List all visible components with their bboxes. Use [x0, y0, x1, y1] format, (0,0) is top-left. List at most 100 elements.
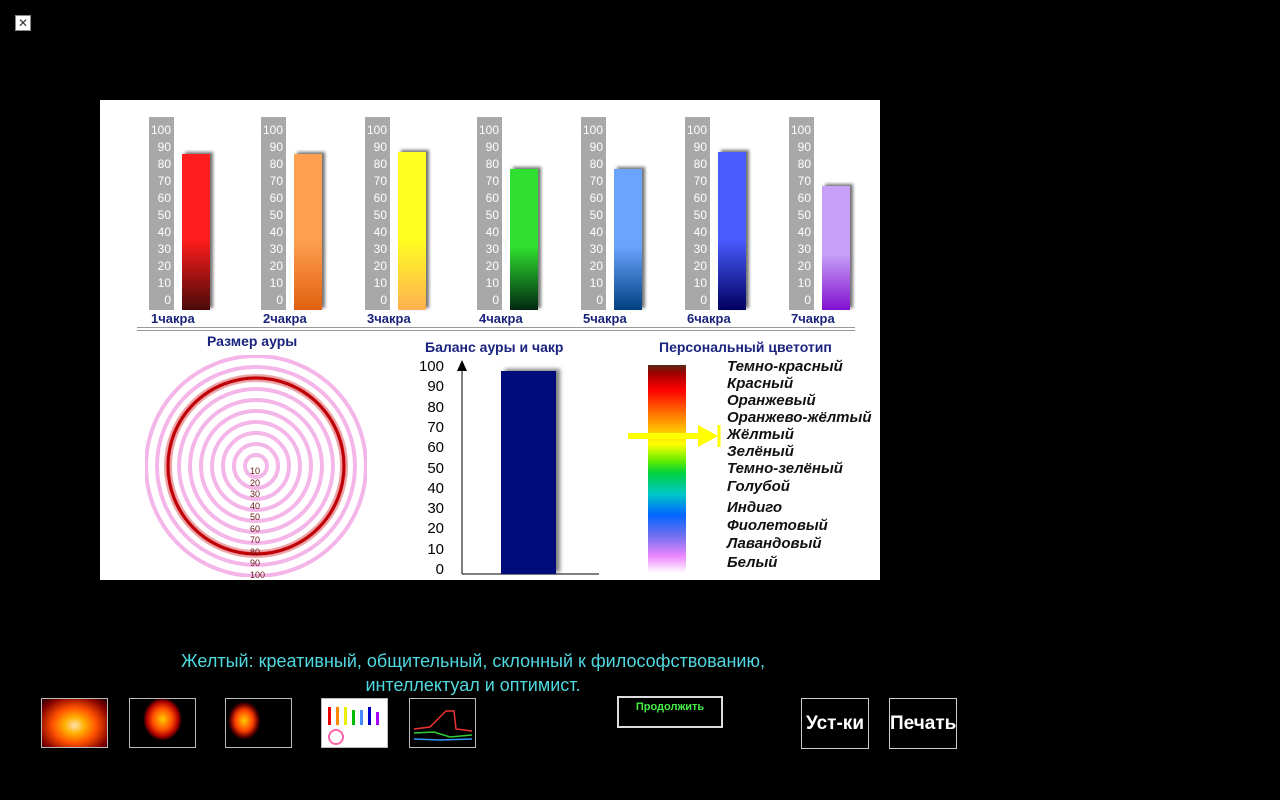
aura-scale-tick: 20: [250, 477, 261, 488]
chakra-label: 6чакра: [687, 311, 731, 326]
thumbnail-line-graph[interactable]: [409, 698, 476, 748]
separator-line: [137, 330, 855, 331]
chakra-scale-tick: 70: [693, 174, 707, 188]
chakra-scale-tick: 0: [804, 293, 811, 307]
thumbnail-aura-photo[interactable]: [41, 698, 108, 748]
chakra-scale-tick: 20: [373, 259, 387, 273]
chakra-scale-tick: 90: [485, 140, 499, 154]
chakra-label: 3чакра: [367, 311, 411, 326]
color-type-item: Голубой: [727, 478, 790, 495]
balance-y-tick: 80: [427, 398, 444, 416]
color-type-item: Темно-красный: [727, 358, 843, 375]
chakra-scale-tick: 0: [700, 293, 707, 307]
color-type-item: Белый: [727, 554, 778, 571]
chakra-scale-tick: 100: [686, 123, 707, 137]
aura-scale-tick: 30: [250, 489, 261, 499]
chakra-scale-tick: 20: [269, 259, 283, 273]
chakra-scale-tick: 0: [596, 293, 603, 307]
chakra-scale-tick: 100: [262, 123, 283, 137]
chakra-scale-tick: 40: [693, 225, 707, 239]
chakra-scale-tick: 60: [589, 191, 603, 205]
chakra-scale: 100 90 80 70 60 50 40 30 20 10 0: [789, 117, 814, 310]
chakra-scale-tick: 20: [693, 259, 707, 273]
print-button[interactable]: Печать: [889, 698, 957, 749]
color-type-item: Темно-зелёный: [727, 460, 843, 477]
aura-scale-tick: 90: [250, 558, 261, 568]
thumbnail-chakra-chart[interactable]: [321, 698, 388, 748]
chakra-scale-tick: 70: [485, 174, 499, 188]
color-type-item: Красный: [727, 375, 794, 392]
chakra-scale-tick: 30: [157, 242, 171, 256]
color-type-item: Индиго: [727, 499, 783, 516]
balance-title: Баланс ауры и чакр: [425, 339, 564, 355]
chakra-scale-tick: 20: [589, 259, 603, 273]
balance-y-tick: 100: [418, 358, 444, 375]
chakra-scale-tick: 80: [373, 157, 387, 171]
thumbnail-line-graph-icon: [413, 710, 473, 741]
continue-button[interactable]: Продолжить: [617, 696, 723, 728]
color-type-item: Оранжево-жёлтый: [727, 409, 872, 426]
chakra-scale-tick: 20: [797, 259, 811, 273]
aura-scale-tick: 50: [250, 512, 261, 522]
thumbnail-aura-report[interactable]: [225, 698, 292, 748]
chakra-scale-tick: 20: [485, 259, 499, 273]
chakra-scale-tick: 90: [693, 140, 707, 154]
chakra-scale-tick: 10: [269, 276, 283, 290]
chakra-scale: 100 90 80 70 60 50 40 30 20 10 0: [261, 117, 286, 310]
chakra-scale-tick: 30: [693, 242, 707, 256]
chakra-scale-tick: 50: [373, 208, 387, 222]
chakra-scale-tick: 10: [157, 276, 171, 290]
chakra-scale-tick: 40: [269, 225, 283, 239]
chakra-scale-tick: 10: [693, 276, 707, 290]
chakra-scale-tick: 10: [373, 276, 387, 290]
aura-scale-tick: 100: [250, 569, 266, 580]
balance-y-tick: 20: [427, 520, 444, 538]
chakra-scale-tick: 90: [269, 140, 283, 154]
chakra-scale-tick: 30: [269, 242, 283, 256]
balance-y-tick: 30: [427, 500, 444, 518]
chakra-scale-tick: 10: [485, 276, 499, 290]
chakra-scale-tick: 60: [485, 191, 499, 205]
color-type-item: Жёлтый: [727, 426, 794, 443]
chakra-scale-tick: 80: [797, 157, 811, 171]
chakra-scale-tick: 80: [157, 157, 171, 171]
chakra-scale-tick: 90: [797, 140, 811, 154]
thumbnail-aura-silhouette[interactable]: [129, 698, 196, 748]
close-button[interactable]: ✕: [15, 15, 31, 31]
balance-y-tick: 90: [427, 378, 444, 396]
chakra-bar: [398, 152, 426, 310]
chakra-bar: [718, 152, 746, 310]
chakra-scale-tick: 70: [157, 174, 171, 188]
balance-y-tick: 40: [427, 479, 444, 497]
chakra-scale-tick: 0: [380, 293, 387, 307]
chakra-scale-tick: 30: [373, 242, 387, 256]
chakra-scale-tick: 10: [589, 276, 603, 290]
chakra-scale-tick: 20: [157, 259, 171, 273]
aura-scale-tick: 10: [250, 466, 261, 476]
chakra-scale-tick: 50: [797, 208, 811, 222]
chakra-scale-tick: 10: [797, 276, 811, 290]
chakra-scale-tick: 50: [269, 208, 283, 222]
chakra-scale-tick: 40: [797, 225, 811, 239]
chakra-scale-tick: 40: [485, 225, 499, 239]
balance-y-tick: 10: [427, 540, 444, 558]
chakra-scale-tick: 60: [797, 191, 811, 205]
chakra-label: 5чакра: [583, 311, 627, 326]
chakra-scale: 100 90 80 70 60 50 40 30 20 10 0: [685, 117, 710, 310]
chakra-bar: [822, 186, 850, 310]
settings-button[interactable]: Уст-ки: [801, 698, 869, 749]
chakra-scale-tick: 50: [589, 208, 603, 222]
chakra-scale-tick: 70: [589, 174, 603, 188]
chakra-scale-tick: 60: [373, 191, 387, 205]
chakra-scale-tick: 60: [269, 191, 283, 205]
chakra-label: 4чакра: [479, 311, 523, 326]
balance-y-tick: 60: [427, 439, 444, 457]
chakra-label: 7чакра: [791, 311, 835, 326]
chakra-bar: [510, 169, 538, 310]
aura-scale-tick: 60: [250, 523, 261, 534]
chakra-scale-tick: 90: [157, 140, 171, 154]
chakra-scale-tick: 90: [373, 140, 387, 154]
chakra-scale-tick: 80: [485, 157, 499, 171]
color-type-item: Лавандовый: [727, 535, 822, 552]
chakra-scale-tick: 80: [589, 157, 603, 171]
